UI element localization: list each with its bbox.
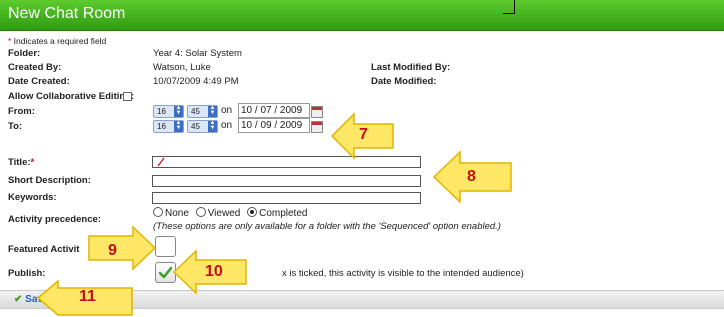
allow-collab-label: Allow Collaborative Editing: xyxy=(8,91,135,102)
precedence-note: (These options are only available for a … xyxy=(153,221,501,232)
precedence-radio-group: None Viewed Completed xyxy=(153,207,307,219)
created-by-value: Watson, Luke xyxy=(153,62,211,73)
to-hour-value: 16 xyxy=(157,122,166,131)
short-desc-input[interactable] xyxy=(152,175,421,187)
callout-number-10: 10 xyxy=(205,263,223,280)
date-modified-label: Date Modified: xyxy=(371,76,437,87)
date-created-label: Date Created: xyxy=(8,76,70,87)
short-desc-label: Short Description: xyxy=(8,175,91,186)
required-note: * Indicates a required field xyxy=(8,36,106,46)
radio-viewed-label: Viewed xyxy=(207,208,241,219)
title-label-text: Title: xyxy=(8,157,31,168)
radio-completed-circle xyxy=(247,207,258,217)
created-by-label: Created By: xyxy=(8,62,62,73)
callout-number-9: 9 xyxy=(108,242,117,259)
callout-number-7: 7 xyxy=(359,126,368,143)
required-note-text: Indicates a required field xyxy=(11,36,107,46)
cursor-line-foot xyxy=(503,13,515,14)
error-mark-icon xyxy=(157,157,165,167)
radio-viewed-circle xyxy=(195,207,206,217)
callout-number-8: 8 xyxy=(467,168,476,185)
to-date-field[interactable]: 10 / 09 / 2009 xyxy=(238,118,310,133)
publish-note: x is ticked, this activity is visible to… xyxy=(282,268,524,279)
from-hour-value: 16 xyxy=(157,107,166,116)
activity-precedence-label: Activity precedence: xyxy=(8,214,101,225)
date-created-value: 10/07/2009 4:49 PM xyxy=(153,76,239,87)
last-modified-by-label: Last Modified By: xyxy=(371,62,451,73)
allow-collab-checkbox[interactable] xyxy=(123,92,132,101)
calendar-icon[interactable] xyxy=(311,121,323,133)
folder-label: Folder: xyxy=(8,48,41,59)
window-titlebar: New Chat Room xyxy=(0,0,724,31)
callout-number-11: 11 xyxy=(79,288,96,305)
title-required-star: * xyxy=(30,157,35,168)
title-label: Title:* xyxy=(8,157,34,168)
from-minute-value: 45 xyxy=(191,107,200,116)
from-hour-select[interactable]: 16 ▲ ▼ xyxy=(153,105,184,118)
spin-arrows-icon: ▲ ▼ xyxy=(208,120,217,132)
to-label: To: xyxy=(8,121,23,132)
cursor-line xyxy=(514,0,515,14)
spin-arrows-icon: ▲ ▼ xyxy=(208,105,217,117)
calendar-icon[interactable] xyxy=(311,106,323,118)
folder-value: Year 4: Solar System xyxy=(153,48,242,59)
radio-none[interactable]: None xyxy=(153,207,189,219)
spin-arrows-icon: ▲ ▼ xyxy=(174,105,183,117)
to-hour-select[interactable]: 16 ▲ ▼ xyxy=(153,120,184,133)
to-minute-value: 45 xyxy=(191,122,200,131)
keywords-label: Keywords: xyxy=(8,192,57,203)
from-label: From: xyxy=(8,106,35,117)
to-on-text: on xyxy=(221,120,233,131)
keywords-input[interactable] xyxy=(152,192,421,204)
from-date-field[interactable]: 10 / 07 / 2009 xyxy=(238,103,310,118)
callout-arrow-9 xyxy=(88,225,157,271)
radio-none-circle xyxy=(153,207,163,217)
from-minute-select[interactable]: 45 ▲ ▼ xyxy=(187,105,218,118)
from-on-text: on xyxy=(221,105,233,116)
check-icon: ✔ xyxy=(14,294,23,305)
publish-label: Publish: xyxy=(8,268,46,279)
featured-label: Featured Activit xyxy=(8,244,80,255)
to-minute-select[interactable]: 45 ▲ ▼ xyxy=(187,120,218,133)
radio-completed-label: Completed xyxy=(259,208,308,219)
spin-arrows-icon: ▲ ▼ xyxy=(174,120,183,132)
radio-none-label: None xyxy=(165,208,189,219)
radio-completed[interactable]: Completed xyxy=(247,207,308,219)
radio-viewed[interactable]: Viewed xyxy=(195,207,241,219)
window-title: New Chat Room xyxy=(8,5,126,22)
